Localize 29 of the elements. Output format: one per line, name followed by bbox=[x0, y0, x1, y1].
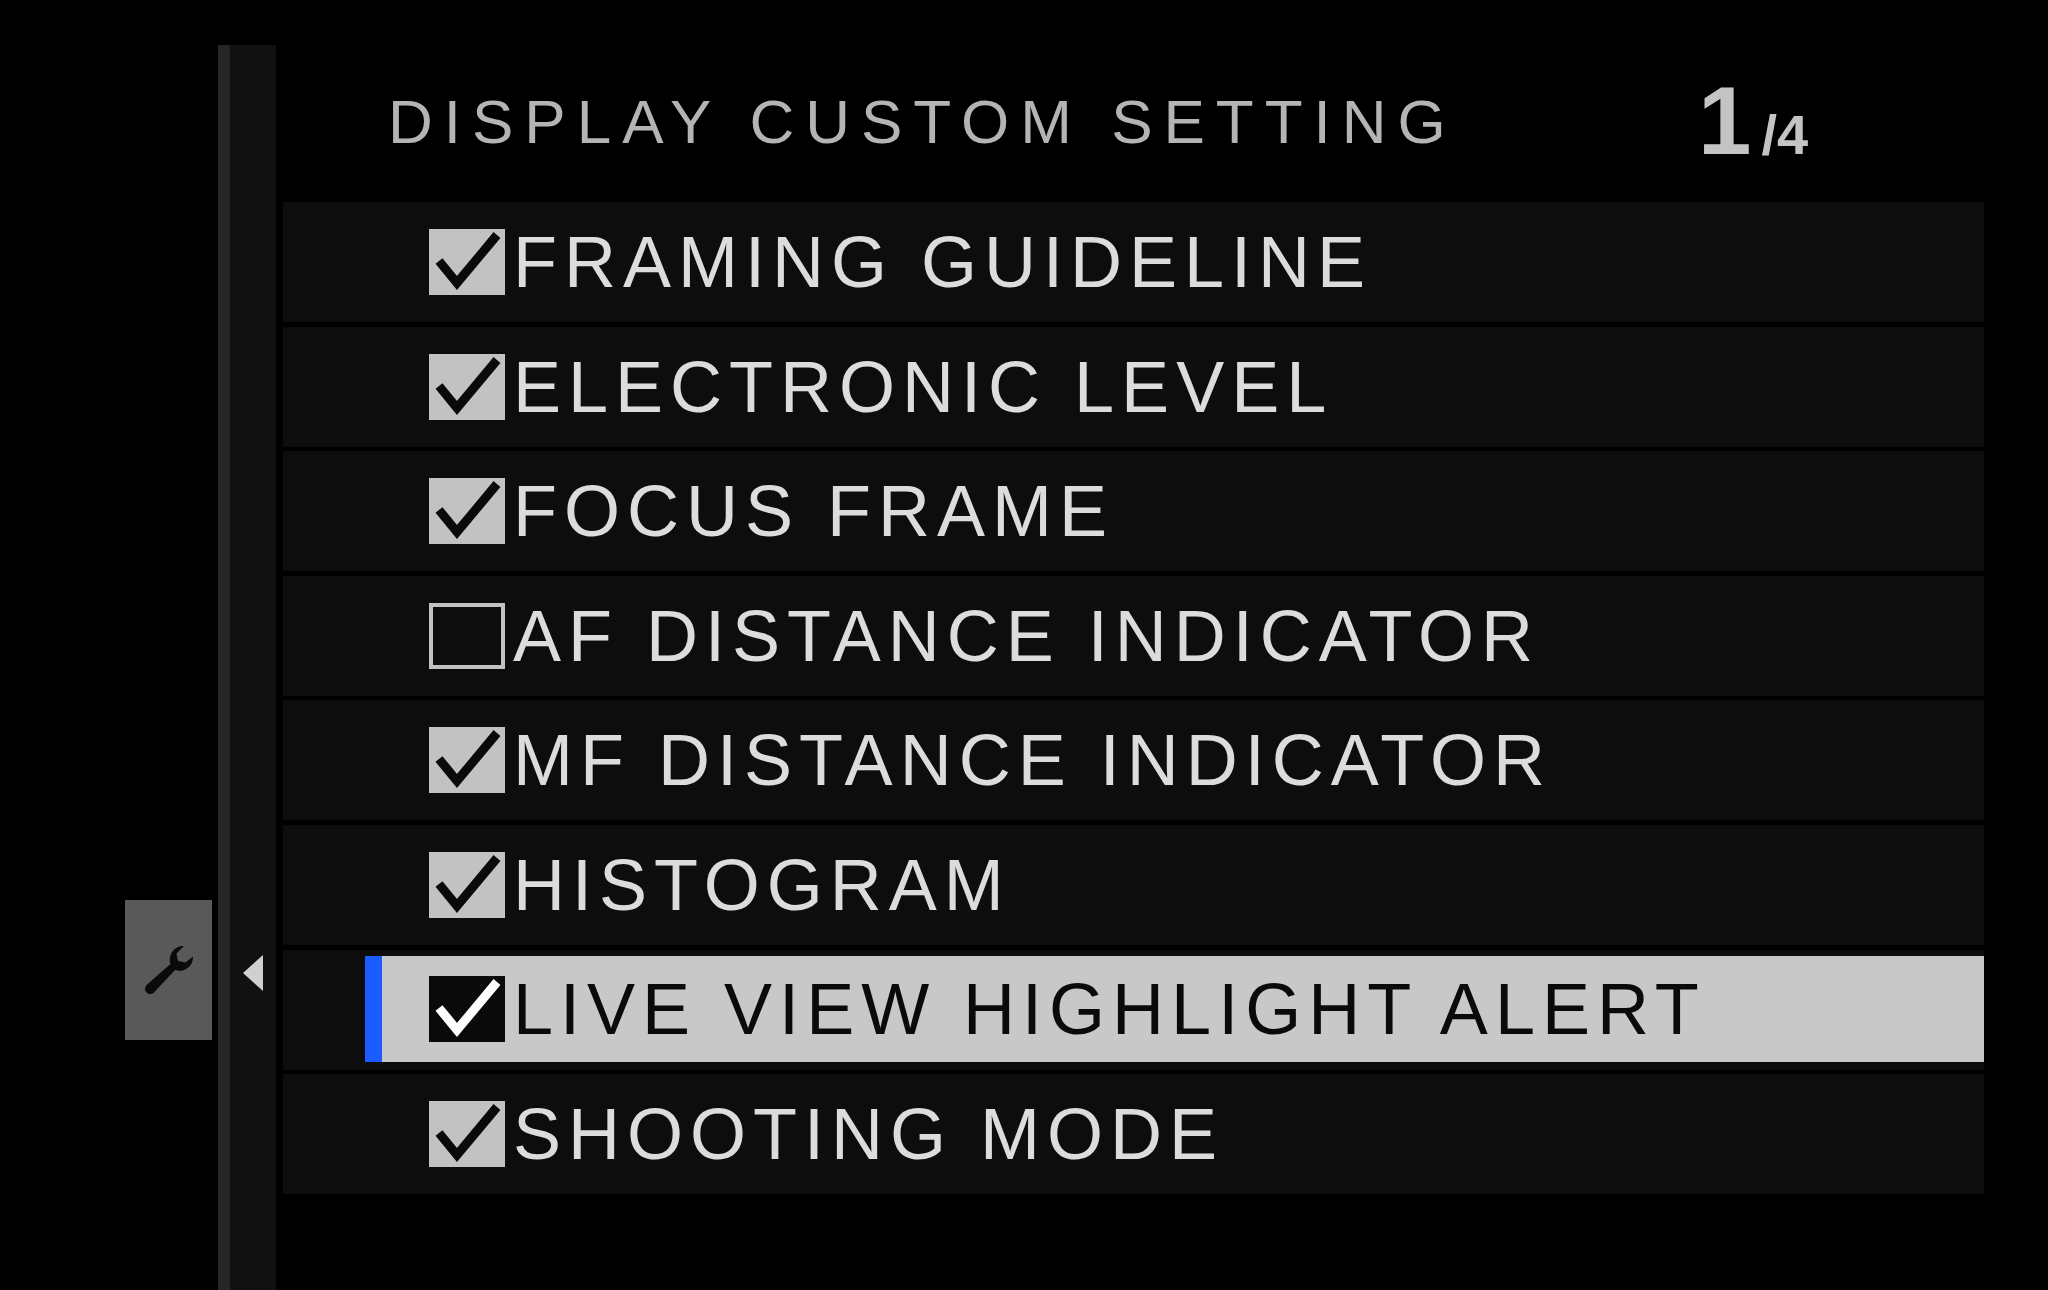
row-label: LIVE VIEW HIGHLIGHT ALERT bbox=[513, 967, 1706, 1050]
page-total: /4 bbox=[1761, 102, 1809, 167]
row-label: AF DISTANCE INDICATOR bbox=[513, 594, 1541, 677]
menu-row[interactable]: SHOOTING MODE bbox=[283, 1074, 1984, 1195]
checkbox[interactable] bbox=[429, 353, 505, 420]
menu-row[interactable]: LIVE VIEW HIGHLIGHT ALERT bbox=[365, 955, 1984, 1062]
checkbox[interactable] bbox=[429, 851, 505, 918]
checkbox[interactable] bbox=[429, 602, 505, 669]
settings-tab[interactable] bbox=[125, 900, 212, 1040]
row-label: SHOOTING MODE bbox=[513, 1093, 1224, 1176]
menu-row[interactable]: ELECTRONIC LEVEL bbox=[283, 326, 1984, 447]
checkbox[interactable] bbox=[429, 975, 505, 1042]
row-label: FRAMING GUIDELINE bbox=[513, 221, 1373, 303]
menu-row[interactable]: MF DISTANCE INDICATOR bbox=[283, 700, 1984, 821]
left-arrow-icon bbox=[241, 953, 265, 993]
checkbox[interactable] bbox=[429, 478, 505, 545]
menu-row[interactable]: FRAMING GUIDELINE bbox=[283, 202, 1984, 322]
checkbox[interactable] bbox=[429, 229, 505, 295]
row-label: HISTOGRAM bbox=[513, 843, 1011, 926]
menu-row[interactable]: HISTOGRAM bbox=[283, 824, 1984, 945]
menu-title: DISPLAY CUSTOM SETTING bbox=[388, 85, 1458, 157]
page-current: 1 bbox=[1698, 66, 1752, 176]
row-label: MF DISTANCE INDICATOR bbox=[513, 719, 1553, 802]
menu-row[interactable]: AF DISTANCE INDICATOR bbox=[283, 575, 1984, 696]
menu-row[interactable]: FOCUS FRAME bbox=[283, 451, 1984, 572]
row-label: ELECTRONIC LEVEL bbox=[513, 345, 1334, 428]
checkbox[interactable] bbox=[429, 727, 505, 794]
row-label: FOCUS FRAME bbox=[513, 470, 1114, 553]
checkbox[interactable] bbox=[429, 1101, 505, 1168]
